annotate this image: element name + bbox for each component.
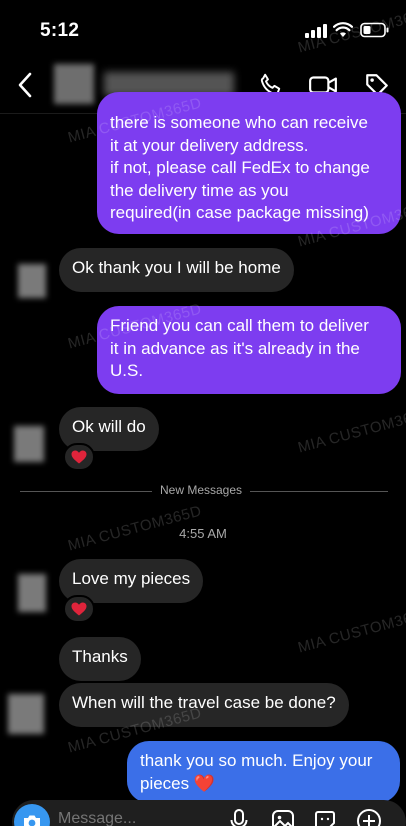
message-line: U.S. [110, 361, 144, 380]
plus-circle-icon [357, 809, 381, 826]
sender-avatar[interactable] [18, 574, 46, 612]
image-icon [272, 810, 294, 826]
sender-avatar[interactable] [8, 694, 44, 734]
camera-button[interactable] [14, 804, 50, 826]
watermark-text: MIA CUSTOM365D [296, 404, 406, 457]
message-bubble-outgoing-latest[interactable]: thank you so much. Enjoy your pieces ❤️ [127, 741, 400, 803]
heart-icon [71, 602, 87, 616]
sender-avatar[interactable] [14, 426, 44, 462]
message-text: Thanks [72, 647, 128, 666]
message-input[interactable] [58, 810, 218, 826]
more-options-button[interactable] [356, 808, 382, 826]
contact-avatar[interactable] [54, 64, 94, 104]
message-line: if not, please call FedEx to change [110, 158, 370, 177]
message-text: When will the travel case be done? [72, 693, 336, 712]
message-timestamp: 4:55 AM [179, 526, 227, 541]
back-button[interactable] [10, 68, 40, 102]
sticker-icon [315, 811, 335, 826]
camera-icon [24, 815, 40, 826]
heart-icon [71, 450, 87, 464]
message-bubble-incoming[interactable]: When will the travel case be done? [59, 683, 349, 727]
message-text: Love my pieces [72, 569, 191, 588]
voice-message-button[interactable] [226, 808, 252, 826]
message-line: the delivery time as you [110, 180, 289, 200]
message-line: it at your delivery address. [110, 135, 309, 155]
sender-avatar[interactable] [18, 264, 46, 298]
watermark-text: MIA CUSTOM365D [296, 604, 406, 657]
message-composer [12, 800, 406, 826]
gallery-button[interactable] [270, 808, 296, 826]
message-text: Ok will do [72, 417, 146, 436]
sticker-button[interactable] [312, 808, 338, 826]
message-bubble-incoming[interactable]: Ok thank you I will be home [59, 248, 294, 292]
microphone-icon [230, 809, 248, 826]
message-line: it in advance as it's already in the [110, 338, 360, 358]
message-line: pieces ❤️ [140, 773, 216, 793]
heart-reaction-badge[interactable] [63, 595, 95, 623]
chevron-left-icon [18, 72, 32, 98]
heart-reaction-badge[interactable] [63, 443, 95, 471]
status-time: 5:12 [40, 20, 80, 41]
message-text: Ok thank you I will be home [72, 258, 281, 277]
message-bubble-incoming[interactable]: Thanks [59, 637, 141, 681]
message-line: thank you so much. Enjoy your [140, 751, 373, 770]
new-messages-label: New Messages [152, 483, 251, 497]
